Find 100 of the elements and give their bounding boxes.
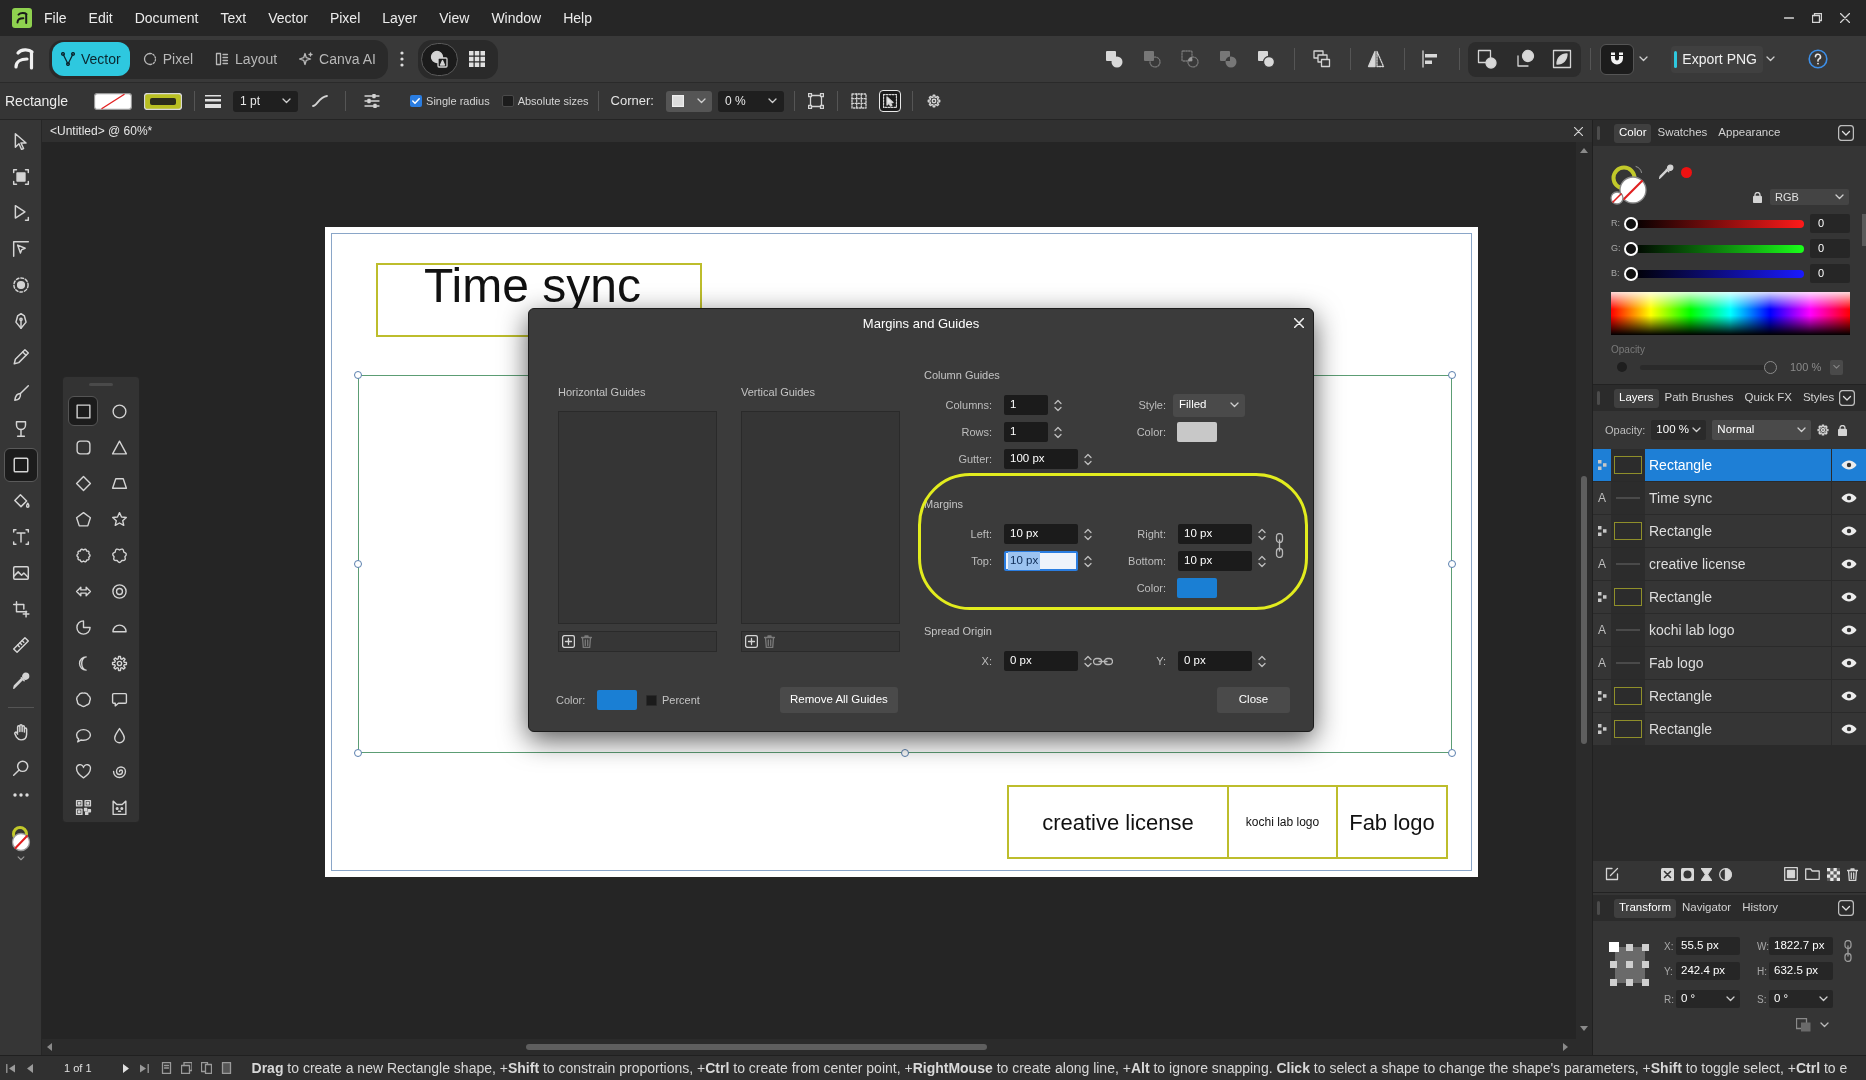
pages-icon[interactable] — [200, 1062, 212, 1074]
snapping-button[interactable] — [1600, 43, 1635, 75]
add-box-icon[interactable] — [745, 635, 758, 648]
eye-icon[interactable] — [1841, 526, 1857, 536]
eye-icon[interactable] — [1841, 493, 1857, 503]
panel-tab[interactable]: Styles — [1797, 388, 1840, 408]
transform-box-icon[interactable] — [807, 93, 824, 109]
settings-icon[interactable] — [926, 94, 941, 108]
eye-icon[interactable] — [1841, 625, 1857, 635]
spinner-arrows-icon[interactable] — [1258, 554, 1266, 568]
opacity-menu-button[interactable] — [1830, 359, 1844, 375]
layer-row[interactable]: Rectangle — [1593, 713, 1866, 746]
menu-item[interactable]: Text — [209, 7, 258, 29]
selection-handle[interactable] — [354, 749, 362, 757]
box-leaf-icon[interactable] — [1552, 49, 1573, 69]
intersect-shapes-icon[interactable] — [1181, 50, 1200, 68]
edit-box-icon[interactable] — [1605, 867, 1619, 881]
angle-dropdown[interactable]: 0 ° — [1676, 990, 1740, 1008]
shape-tool-button[interactable] — [68, 396, 98, 426]
page-blank-icon[interactable] — [220, 1062, 232, 1074]
panel-grip[interactable] — [1597, 126, 1600, 140]
layer-row[interactable]: Rectangle — [1593, 680, 1866, 713]
checkbox[interactable] — [646, 694, 657, 706]
exclude-shapes-icon[interactable] — [1219, 50, 1238, 68]
last-page-icon[interactable] — [139, 1063, 149, 1073]
x-box-icon[interactable] — [1661, 867, 1674, 881]
layer-row[interactable]: A Fab logo — [1593, 647, 1866, 680]
eyedropper-icon[interactable] — [1658, 164, 1674, 180]
sliders-icon[interactable] — [364, 94, 381, 108]
scroll-right-icon[interactable] — [1563, 1043, 1568, 1051]
collapse-panel-icon[interactable] — [1838, 125, 1854, 141]
layer-row[interactable]: A creative license — [1593, 548, 1866, 581]
toggle-button[interactable] — [420, 42, 458, 76]
number-field[interactable]: 0 — [1810, 264, 1850, 283]
add-box-icon[interactable] — [562, 635, 575, 648]
chevron-down-icon[interactable] — [16, 856, 25, 861]
checker-icon[interactable] — [1827, 867, 1840, 881]
color-model-dropdown[interactable]: RGB — [1770, 189, 1849, 205]
menu-item[interactable]: File — [33, 7, 78, 29]
scrollbar-thumb[interactable] — [526, 1044, 987, 1050]
panel-tab[interactable]: History — [1737, 898, 1783, 918]
close-button[interactable]: Close — [1217, 687, 1290, 713]
box-circle-icon[interactable] — [1477, 49, 1498, 69]
document-tab[interactable]: <Untitled> @ 60%* — [50, 122, 153, 140]
stroke-width-dropdown[interactable]: 1 pt — [233, 90, 299, 112]
spinner-arrows-icon[interactable] — [1258, 654, 1266, 668]
eye-icon[interactable] — [1841, 592, 1857, 602]
folder-icon[interactable] — [1805, 868, 1820, 880]
node-circle-icon[interactable] — [1514, 49, 1535, 69]
eye-icon[interactable] — [1841, 691, 1857, 701]
spinner-arrows-icon[interactable] — [1084, 452, 1092, 466]
next-page-icon[interactable] — [122, 1063, 129, 1073]
color-spectrum[interactable] — [1611, 292, 1850, 335]
checkbox[interactable] — [501, 95, 514, 107]
panel-tab[interactable]: Swatches — [1652, 123, 1713, 143]
divide-shapes-icon[interactable] — [1257, 50, 1276, 68]
panel-grip[interactable] — [1597, 391, 1600, 405]
layer-row[interactable]: Rectangle — [1593, 449, 1866, 482]
slider-track[interactable] — [1638, 269, 1804, 278]
selection-handle[interactable] — [1448, 371, 1456, 379]
number-field[interactable]: 55.5 px — [1676, 937, 1740, 955]
tool-button[interactable] — [3, 448, 38, 482]
color-swatch[interactable] — [597, 690, 637, 710]
spinner-arrows-icon[interactable] — [1084, 554, 1092, 568]
number-field[interactable]: 0 — [1810, 214, 1850, 233]
scroll-down-icon[interactable] — [1580, 1026, 1588, 1031]
corner-type-dropdown[interactable] — [665, 90, 712, 112]
number-field[interactable]: 1 — [1004, 395, 1048, 415]
stacked-squares-icon[interactable] — [1313, 50, 1332, 68]
number-field[interactable]: 1822.7 px — [1769, 937, 1833, 955]
scrollbar-thumb[interactable] — [1581, 476, 1587, 744]
previous-page-icon[interactable] — [27, 1063, 33, 1073]
export-button[interactable]: Export PNG — [1671, 45, 1763, 73]
more-vertical-icon[interactable] — [399, 51, 404, 67]
spinner-arrows-icon[interactable] — [1258, 527, 1266, 541]
lock-icon[interactable] — [1753, 191, 1762, 203]
select-inside-button[interactable] — [878, 90, 901, 112]
slider-track[interactable] — [1640, 364, 1764, 370]
angle-dropdown[interactable]: 0 ° — [1769, 990, 1833, 1008]
link-vertical-icon[interactable] — [1844, 940, 1852, 962]
merge-shapes-icon[interactable] — [1105, 50, 1124, 68]
dotted-grid-icon[interactable] — [850, 93, 867, 109]
help-icon[interactable] — [1808, 49, 1828, 69]
number-field[interactable]: 100 px — [1004, 449, 1078, 469]
layer-row[interactable]: Rectangle — [1593, 515, 1866, 548]
eye-icon[interactable] — [1841, 658, 1857, 668]
page-stack-icon[interactable] — [180, 1062, 192, 1074]
menu-item[interactable]: Pixel — [318, 7, 372, 29]
style-dropdown[interactable]: Filled — [1173, 393, 1245, 417]
selection-handle[interactable] — [901, 749, 909, 757]
number-field[interactable]: 0 — [1810, 239, 1850, 258]
number-field[interactable]: 0 px — [1004, 651, 1078, 671]
remove-all-guides-button[interactable]: Remove All Guides — [780, 687, 898, 713]
panel-tab[interactable]: Navigator — [1677, 898, 1737, 918]
spinner-arrows-icon[interactable] — [1084, 654, 1092, 668]
circle-box-icon[interactable] — [1681, 867, 1694, 881]
persona-tab[interactable]: Vector — [52, 42, 130, 76]
selection-handle[interactable] — [354, 371, 362, 379]
number-field[interactable]: 1 — [1004, 422, 1048, 442]
persona-tab[interactable]: Layout — [206, 42, 287, 76]
